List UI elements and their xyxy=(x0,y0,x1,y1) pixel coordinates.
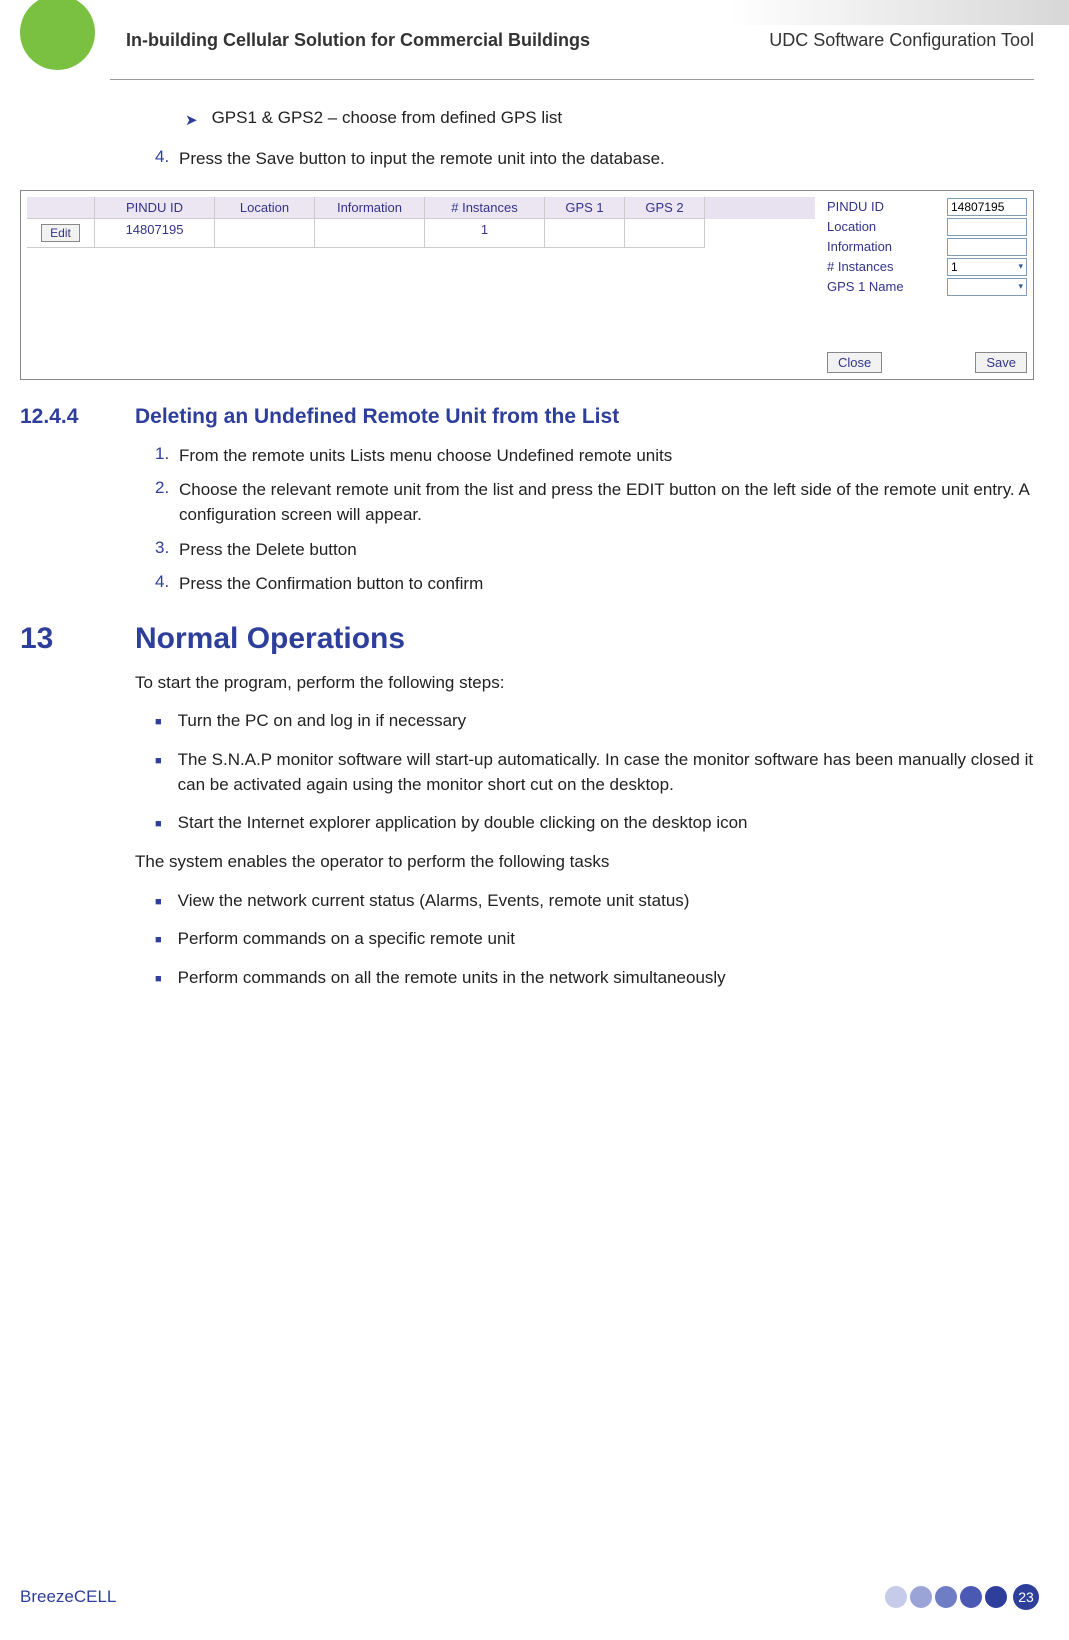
panel-lbl-location: Location xyxy=(827,219,947,234)
startup-bullet-2: ■The S.N.A.P monitor software will start… xyxy=(155,748,1034,797)
tasks-bullet-1: ■View the network current status (Alarms… xyxy=(155,889,1034,914)
startup-bullet-3: ■Start the Internet explorer application… xyxy=(155,811,1034,836)
tasks-bullet-3: ■Perform commands on all the remote unit… xyxy=(155,966,1034,991)
panel-lbl-info: Information xyxy=(827,239,947,254)
heading-13: 13 Normal Operations xyxy=(20,622,1034,656)
logo-circle xyxy=(20,0,95,70)
chevron-down-icon: ▾ xyxy=(1018,261,1023,272)
square-icon: ■ xyxy=(155,895,162,914)
cell-gps2 xyxy=(625,219,705,248)
delete-step-4: 4.Press the Confirmation button to confi… xyxy=(155,572,1034,597)
footer-dots: 23 xyxy=(885,1584,1039,1610)
square-icon: ■ xyxy=(155,933,162,952)
sec13-intro2: The system enables the operator to perfo… xyxy=(135,850,1034,875)
panel-lbl-pindu: PINDU ID xyxy=(827,199,947,214)
grid-header-pindu: PINDU ID xyxy=(95,197,215,219)
header-title-right: UDC Software Configuration Tool xyxy=(769,30,1034,51)
grid-header-blank xyxy=(27,197,95,219)
section-title: Deleting an Undefined Remote Unit from t… xyxy=(135,405,619,429)
screenshot-figure: PINDU ID Location Information # Instance… xyxy=(20,190,1034,380)
sec13-intro1: To start the program, perform the follow… xyxy=(135,671,1034,696)
arrow-icon: ➤ xyxy=(185,111,198,129)
gps1-select[interactable]: ▾ xyxy=(947,278,1027,296)
panel-lbl-instances: # Instances xyxy=(827,259,947,274)
edit-panel: PINDU ID14807195 Location Information # … xyxy=(827,197,1027,373)
dot-icon xyxy=(960,1586,982,1608)
dot-icon xyxy=(885,1586,907,1608)
startup-bullet-1: ■Turn the PC on and log in if necessary xyxy=(155,709,1034,734)
dot-icon xyxy=(910,1586,932,1608)
section-title: Normal Operations xyxy=(135,622,405,656)
close-button[interactable]: Close xyxy=(827,352,882,373)
info-field[interactable] xyxy=(947,238,1027,256)
tasks-bullet-2: ■Perform commands on a specific remote u… xyxy=(155,927,1034,952)
header-title-left: In-building Cellular Solution for Commer… xyxy=(126,30,590,51)
cell-pindu: 14807195 xyxy=(95,219,215,248)
step-text: Press the Save button to input the remot… xyxy=(179,147,1034,172)
square-icon: ■ xyxy=(155,972,162,991)
gps-sub-bullet: ➤ GPS1 & GPS2 – choose from defined GPS … xyxy=(185,108,1034,129)
delete-step-2: 2.Choose the relevant remote unit from t… xyxy=(155,478,1034,527)
cell-gps1 xyxy=(545,219,625,248)
cell-instances: 1 xyxy=(425,219,545,248)
location-field[interactable] xyxy=(947,218,1027,236)
delete-step-3: 3.Press the Delete button xyxy=(155,538,1034,563)
edit-button[interactable]: Edit xyxy=(41,224,80,242)
cell-location xyxy=(215,219,315,248)
page-header: In-building Cellular Solution for Commer… xyxy=(110,0,1034,80)
grid-header-info: Information xyxy=(315,197,425,219)
intro-step-4: 4. Press the Save button to input the re… xyxy=(155,147,1034,172)
page-number: 23 xyxy=(1013,1584,1039,1610)
square-icon: ■ xyxy=(155,715,162,734)
data-grid: PINDU ID Location Information # Instance… xyxy=(27,197,815,373)
grid-header-location: Location xyxy=(215,197,315,219)
dot-icon xyxy=(985,1586,1007,1608)
heading-12-4-4: 12.4.4 Deleting an Undefined Remote Unit… xyxy=(20,405,1034,429)
step-number: 4. xyxy=(155,147,179,172)
footer-brand: BreezeCELL xyxy=(20,1587,885,1607)
dot-icon xyxy=(935,1586,957,1608)
instances-select[interactable]: 1▾ xyxy=(947,258,1027,276)
save-button[interactable]: Save xyxy=(975,352,1027,373)
panel-lbl-gps1: GPS 1 Name xyxy=(827,279,947,294)
grid-header-gps1: GPS 1 xyxy=(545,197,625,219)
grid-header-instances: # Instances xyxy=(425,197,545,219)
table-row: Edit 14807195 1 xyxy=(27,219,815,248)
section-number: 12.4.4 xyxy=(20,405,135,429)
section-number: 13 xyxy=(20,622,135,656)
chevron-down-icon: ▾ xyxy=(1018,281,1023,292)
page-footer: BreezeCELL 23 xyxy=(20,1584,1039,1610)
square-icon: ■ xyxy=(155,754,162,797)
square-icon: ■ xyxy=(155,817,162,836)
gps-sub-text: GPS1 & GPS2 – choose from defined GPS li… xyxy=(212,108,563,129)
grid-header-gps2: GPS 2 xyxy=(625,197,705,219)
pindu-field[interactable]: 14807195 xyxy=(947,198,1027,216)
delete-step-1: 1.From the remote units Lists menu choos… xyxy=(155,444,1034,469)
cell-info xyxy=(315,219,425,248)
